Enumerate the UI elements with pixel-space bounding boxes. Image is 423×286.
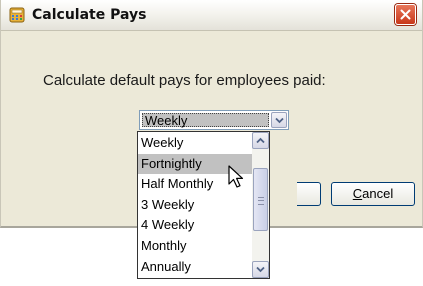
option-monthly[interactable]: Monthly [138, 236, 252, 257]
chevron-down-icon [256, 266, 265, 273]
scroll-up-button[interactable] [252, 132, 269, 149]
cancel-label: ancel [362, 186, 394, 201]
pay-frequency-combobox[interactable]: Weekly [139, 110, 289, 130]
scroll-down-button[interactable] [252, 261, 269, 278]
title-bar[interactable]: Calculate Pays [1, 0, 422, 31]
option-weekly[interactable]: Weekly [138, 133, 252, 154]
option-annually[interactable]: Annually [138, 257, 252, 278]
chevron-down-icon [275, 117, 284, 124]
close-icon [400, 9, 411, 20]
chevron-up-icon [256, 137, 265, 144]
option-3-weekly[interactable]: 3 Weekly [138, 195, 252, 216]
grip-icon [258, 197, 264, 205]
pay-frequency-dropdown-list[interactable]: Weekly Fortnightly Half Monthly 3 Weekly… [137, 131, 270, 279]
ok-button[interactable] [297, 182, 321, 206]
dropdown-options: Weekly Fortnightly Half Monthly 3 Weekly… [138, 133, 252, 277]
mouse-pointer-icon [228, 165, 244, 188]
option-4-weekly[interactable]: 4 Weekly [138, 215, 252, 236]
close-button[interactable] [395, 4, 416, 25]
calculator-icon [9, 7, 25, 23]
combobox-dropdown-button[interactable] [271, 112, 287, 128]
dropdown-scrollbar[interactable] [252, 132, 269, 278]
scrollbar-thumb[interactable] [253, 168, 268, 231]
combobox-selected-value: Weekly [142, 113, 269, 128]
cancel-button[interactable]: Cancel [331, 182, 415, 206]
window-title: Calculate Pays [32, 7, 147, 23]
cancel-access-key: C [352, 186, 363, 201]
prompt-label: Calculate default pays for employees pai… [43, 72, 326, 89]
